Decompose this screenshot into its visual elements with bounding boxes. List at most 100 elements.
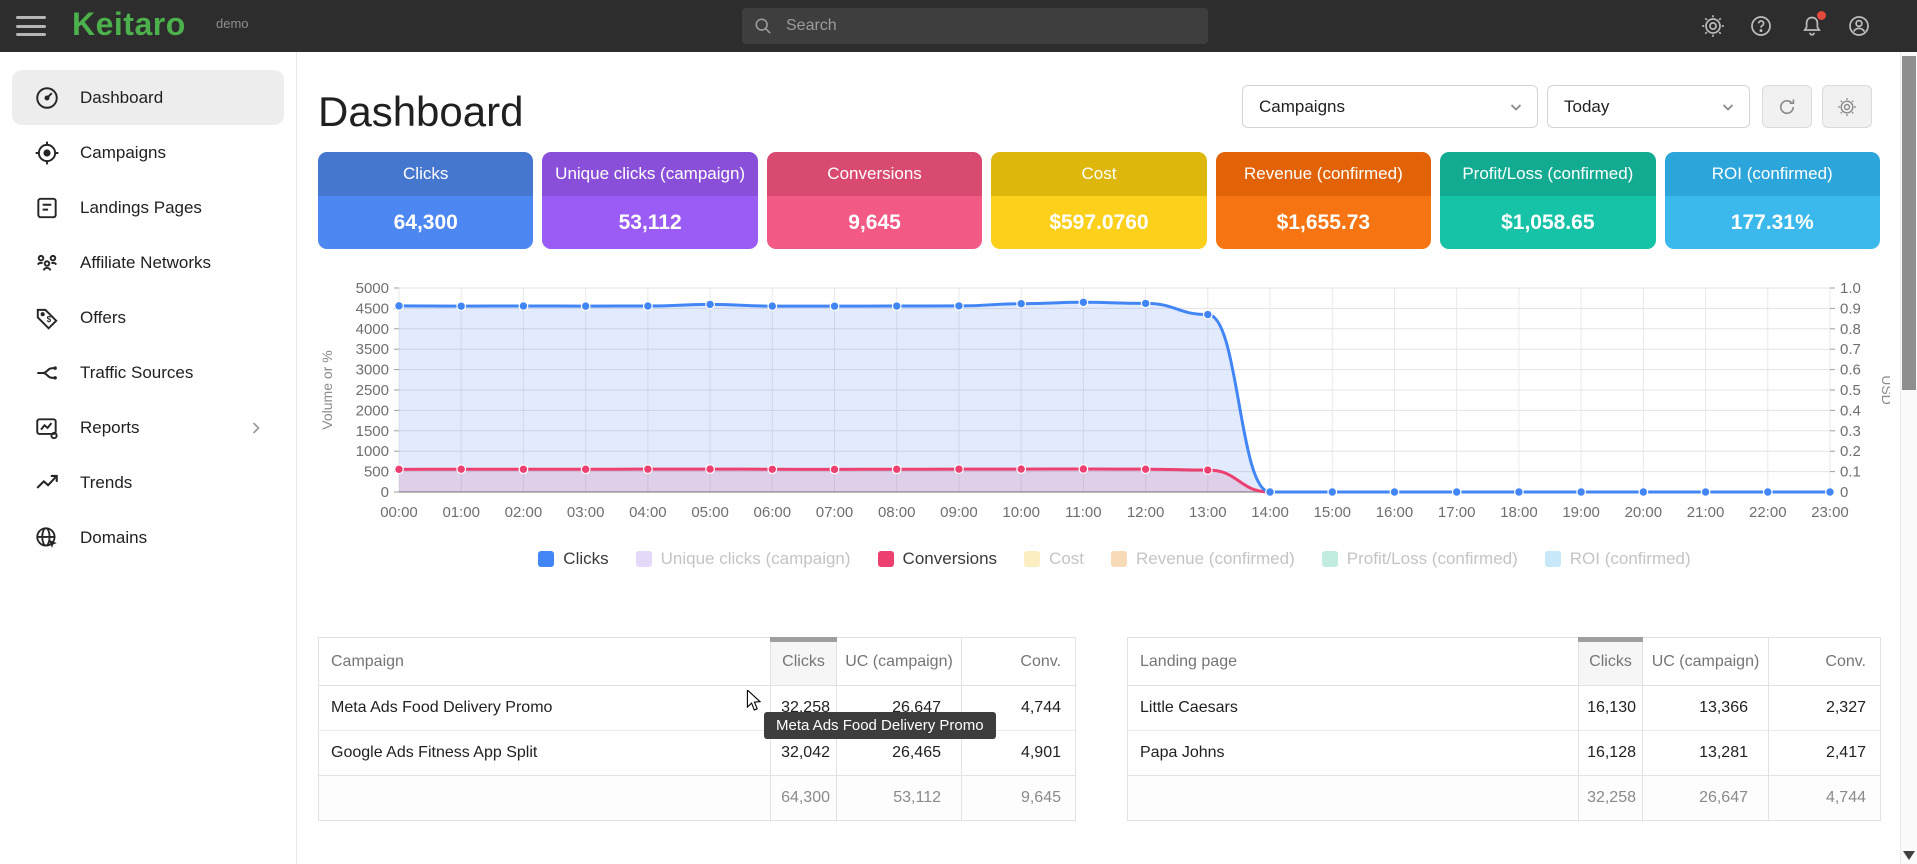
column-header-landing-page[interactable]: Landing page (1128, 638, 1579, 686)
scroll-down-arrow[interactable] (1903, 849, 1915, 861)
stat-card-conversions[interactable]: Conversions9,645 (767, 152, 982, 249)
stat-card-roi-confirmed[interactable]: ROI (confirmed)177.31% (1665, 152, 1880, 249)
stat-card-clicks[interactable]: Clicks64,300 (318, 152, 533, 249)
column-header-clicks[interactable]: Clicks (771, 638, 837, 686)
svg-text:22:00: 22:00 (1749, 504, 1787, 521)
sidebar-nav: Dashboard Campaigns Landings Pages Affiliat… (0, 70, 296, 565)
svg-text:20:00: 20:00 (1625, 504, 1663, 521)
stat-card-profit-loss-confirmed[interactable]: Profit/Loss (confirmed)$1,058.65 (1440, 152, 1655, 249)
legend-item-conversions[interactable]: Conversions (878, 549, 998, 569)
svg-text:1500: 1500 (356, 423, 389, 440)
svg-text:23:00: 23:00 (1811, 504, 1849, 521)
svg-text:10:00: 10:00 (1002, 504, 1040, 521)
account-icon[interactable] (1843, 10, 1875, 42)
date-range-select[interactable]: Today (1547, 85, 1750, 128)
legend-item-unique-clicks-campaign[interactable]: Unique clicks (campaign) (636, 549, 851, 569)
legend-item-revenue-confirmed[interactable]: Revenue (confirmed) (1111, 549, 1295, 569)
notifications-bell-icon[interactable] (1796, 10, 1828, 42)
stat-card-label: Clicks (318, 152, 533, 196)
search-input[interactable] (784, 16, 1196, 36)
column-header-campaign[interactable]: Campaign (319, 638, 771, 686)
stat-card-revenue-confirmed[interactable]: Revenue (confirmed)$1,655.73 (1216, 152, 1431, 249)
top-bar: Keitaro demo (0, 0, 1917, 52)
offers-icon: $ (34, 305, 60, 331)
stat-card-label: Revenue (confirmed) (1216, 152, 1431, 196)
sidebar-item-traffic-sources[interactable]: Traffic Sources (12, 345, 284, 400)
svg-text:05:00: 05:00 (691, 504, 729, 521)
legend-item-profit-loss-confirmed[interactable]: Profit/Loss (confirmed) (1322, 549, 1518, 569)
stat-cards-row: Clicks64,300Unique clicks (campaign)53,1… (318, 152, 1880, 249)
row-value-cell: 2,417 (1769, 731, 1881, 776)
legend-label: Cost (1049, 549, 1084, 569)
svg-text:0.3: 0.3 (1840, 423, 1861, 440)
totals-cell: 32,258 (1579, 776, 1643, 821)
app-root: Keitaro demo Dashboard Campaigns Landings … (0, 0, 1917, 864)
svg-text:2000: 2000 (356, 402, 389, 419)
stat-card-value: $1,058.65 (1440, 196, 1655, 249)
column-header-clicks[interactable]: Clicks (1579, 638, 1643, 686)
sidebar-item-affiliate-networks[interactable]: Affiliate Networks (12, 235, 284, 290)
sidebar-item-trends[interactable]: Trends (12, 455, 284, 510)
column-header-conv[interactable]: Conv. (1769, 638, 1881, 686)
app-logo[interactable]: Keitaro (72, 6, 186, 43)
svg-text:11:00: 11:00 (1065, 504, 1101, 521)
campaigns-filter-select[interactable]: Campaigns (1242, 85, 1538, 128)
page-scrollbar[interactable] (1900, 52, 1917, 864)
totals-cell: 64,300 (771, 776, 837, 821)
legend-item-cost[interactable]: Cost (1024, 549, 1084, 569)
legend-label: Conversions (903, 549, 998, 569)
hamburger-menu-icon[interactable] (16, 14, 46, 38)
sidebar-item-reports[interactable]: Reports (12, 400, 284, 455)
legend-swatch (878, 551, 894, 567)
refresh-button[interactable] (1762, 85, 1812, 128)
sidebar-item-landings-pages[interactable]: Landings Pages (12, 180, 284, 235)
environment-label: demo (216, 16, 249, 31)
scrollbar-thumb[interactable] (1902, 56, 1916, 390)
sidebar-item-offers[interactable]: $Offers (12, 290, 284, 345)
stat-card-label: Profit/Loss (confirmed) (1440, 152, 1655, 196)
column-header-uc-campaign[interactable]: UC (campaign) (1643, 638, 1769, 686)
stat-card-value: $1,655.73 (1216, 196, 1431, 249)
settings-icon[interactable] (1697, 10, 1729, 42)
search-bar[interactable] (742, 8, 1208, 44)
svg-text:0.7: 0.7 (1840, 341, 1861, 358)
sidebar-item-domains[interactable]: Domains (12, 510, 284, 565)
sidebar-item-label: Landings Pages (80, 198, 202, 218)
legend-item-roi-confirmed[interactable]: ROI (confirmed) (1545, 549, 1691, 569)
row-hover-tooltip: Meta Ads Food Delivery Promo (764, 712, 996, 739)
campaigns-icon (34, 140, 60, 166)
traffic-chart: 005000.110000.215000.320000.425000.53000… (310, 270, 1890, 532)
stat-card-value: 64,300 (318, 196, 533, 249)
legend-swatch (1545, 551, 1561, 567)
svg-text:0.1: 0.1 (1840, 464, 1861, 481)
table-row[interactable]: Little Caesars16,13013,3662,327 (1128, 686, 1881, 731)
svg-text:12:00: 12:00 (1127, 504, 1165, 521)
svg-text:08:00: 08:00 (878, 504, 916, 521)
svg-text:04:00: 04:00 (629, 504, 667, 521)
svg-text:07:00: 07:00 (816, 504, 854, 521)
page-title: Dashboard (318, 88, 523, 136)
table-totals-row: 64,30053,1129,645 (319, 776, 1076, 821)
svg-text:1000: 1000 (356, 443, 389, 460)
help-icon[interactable] (1745, 10, 1777, 42)
sidebar-item-campaigns[interactable]: Campaigns (12, 125, 284, 180)
svg-text:15:00: 15:00 (1313, 504, 1351, 521)
column-header-uc-campaign[interactable]: UC (campaign) (837, 638, 962, 686)
svg-text:0.6: 0.6 (1840, 362, 1861, 379)
table-row[interactable]: Papa Johns16,12813,2812,417 (1128, 731, 1881, 776)
stat-card-unique-clicks-campaign[interactable]: Unique clicks (campaign)53,112 (542, 152, 757, 249)
sidebar-item-label: Campaigns (80, 143, 166, 163)
stat-card-cost[interactable]: Cost$597.0760 (991, 152, 1206, 249)
sidebar-item-label: Dashboard (80, 88, 163, 108)
svg-text:0: 0 (381, 484, 389, 501)
sidebar-item-dashboard[interactable]: Dashboard (12, 70, 284, 125)
svg-text:0.4: 0.4 (1840, 402, 1861, 419)
row-value-cell: 13,281 (1643, 731, 1769, 776)
column-header-conv[interactable]: Conv. (962, 638, 1076, 686)
legend-item-clicks[interactable]: Clicks (538, 549, 608, 569)
totals-cell: 4,744 (1769, 776, 1881, 821)
svg-text:4000: 4000 (356, 321, 389, 338)
trends-icon (34, 470, 60, 496)
traffic-sources-icon (34, 360, 60, 386)
dashboard-settings-button[interactable] (1822, 85, 1872, 128)
